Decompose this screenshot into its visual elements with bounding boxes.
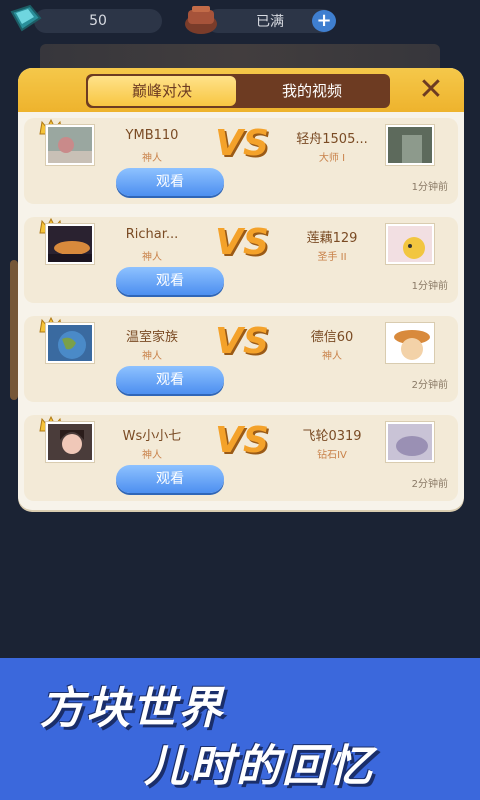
gems-counter: 50 bbox=[34, 9, 162, 33]
dialog-header: 巅峰对决 我的视频 ✕ bbox=[18, 68, 464, 112]
player-rank: 神人 bbox=[142, 351, 162, 362]
player-name: Richar... bbox=[125, 227, 179, 242]
watch-button[interactable]: 观看 bbox=[116, 465, 224, 493]
tab-bar: 巅峰对决 我的视频 bbox=[86, 74, 390, 108]
player-avatar bbox=[46, 422, 94, 462]
player-rank: 神人 bbox=[142, 153, 162, 164]
background-side-graphic bbox=[10, 260, 18, 400]
opponent-rank: 神人 bbox=[322, 351, 342, 362]
vs-label: VS bbox=[215, 222, 269, 263]
opponent-avatar bbox=[386, 422, 434, 462]
close-button[interactable]: ✕ bbox=[416, 75, 446, 106]
opponent-name: 德信60 bbox=[310, 330, 354, 345]
promo-headline: 方块世界 bbox=[40, 683, 224, 734]
match-time: 1分钟前 bbox=[411, 182, 448, 193]
match-card: Richar... 神人 VS 莲藕129 圣手 II 观看 1分钟前 bbox=[24, 217, 458, 303]
vs-label: VS bbox=[215, 420, 269, 461]
tab-my-videos[interactable]: 我的视频 bbox=[236, 76, 388, 106]
vs-label: VS bbox=[215, 321, 269, 362]
add-energy-button[interactable]: + bbox=[312, 10, 336, 32]
opponent-rank: 大师 I bbox=[318, 153, 346, 164]
player-name: YMB110 bbox=[125, 128, 179, 143]
energy-icon bbox=[185, 6, 217, 34]
match-time: 2分钟前 bbox=[411, 380, 448, 391]
status-bar: 50 已满 + bbox=[0, 0, 480, 44]
player-name: Ws小小七 bbox=[122, 429, 182, 444]
opponent-avatar bbox=[386, 125, 434, 165]
opponent-avatar bbox=[386, 224, 434, 264]
watch-button[interactable]: 观看 bbox=[116, 366, 224, 394]
tab-peak-duel[interactable]: 巅峰对决 bbox=[88, 76, 236, 106]
match-time: 2分钟前 bbox=[411, 479, 448, 490]
player-avatar bbox=[46, 323, 94, 363]
player-avatar bbox=[46, 224, 94, 264]
opponent-avatar bbox=[386, 323, 434, 363]
opponent-name: 飞轮0319 bbox=[302, 429, 362, 444]
player-rank: 神人 bbox=[142, 252, 162, 263]
match-card: YMB110 神人 VS 轻舟1505... 大师 I 观看 1分钟前 bbox=[24, 118, 458, 204]
player-name: 温室家族 bbox=[125, 330, 178, 345]
watch-button[interactable]: 观看 bbox=[116, 168, 224, 196]
opponent-rank: 钻石IV bbox=[317, 450, 347, 461]
watch-button[interactable]: 观看 bbox=[116, 267, 224, 295]
opponent-name: 轻舟1505... bbox=[296, 132, 368, 147]
player-rank: 神人 bbox=[142, 450, 162, 461]
player-avatar bbox=[46, 125, 94, 165]
vs-label: VS bbox=[215, 123, 269, 164]
promo-banner: 方块世界 儿时的回忆 bbox=[0, 658, 480, 800]
energy-value: 已满 bbox=[256, 14, 284, 30]
match-card: 温室家族 神人 VS 德信60 神人 观看 2分钟前 bbox=[24, 316, 458, 402]
match-card: Ws小小七 神人 VS 飞轮0319 钻石IV 观看 2分钟前 bbox=[24, 415, 458, 501]
promo-subheadline: 儿时的回忆 bbox=[144, 741, 374, 792]
opponent-name: 莲藕129 bbox=[306, 231, 358, 246]
match-time: 1分钟前 bbox=[411, 281, 448, 292]
opponent-rank: 圣手 II bbox=[317, 252, 347, 263]
gems-value: 50 bbox=[89, 13, 107, 29]
gem-icon bbox=[10, 4, 42, 32]
video-dialog: 巅峰对决 我的视频 ✕ YMB110 神人 VS 轻舟1505... 大师 I … bbox=[18, 68, 464, 510]
